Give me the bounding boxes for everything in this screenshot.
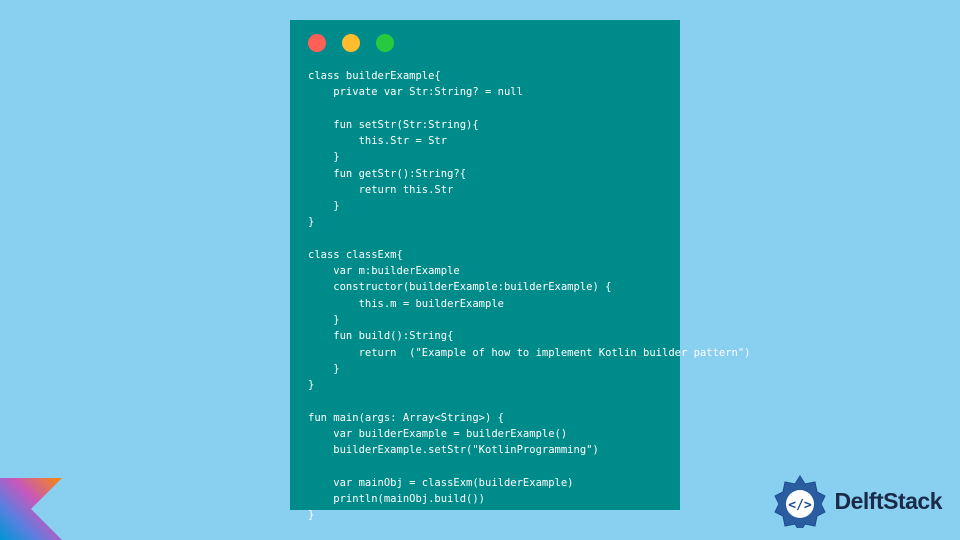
- delftstack-icon: </>: [773, 474, 827, 528]
- code-block: class builderExample{ private var Str:St…: [308, 68, 662, 523]
- svg-text:</>: </>: [788, 498, 812, 513]
- kotlin-logo-icon: [0, 478, 62, 540]
- maximize-icon: [376, 34, 394, 52]
- window-controls: [308, 34, 662, 52]
- minimize-icon: [342, 34, 360, 52]
- brand-name: DelftStack: [835, 488, 942, 515]
- code-window: class builderExample{ private var Str:St…: [290, 20, 680, 510]
- brand-logo: </> DelftStack: [773, 474, 942, 528]
- close-icon: [308, 34, 326, 52]
